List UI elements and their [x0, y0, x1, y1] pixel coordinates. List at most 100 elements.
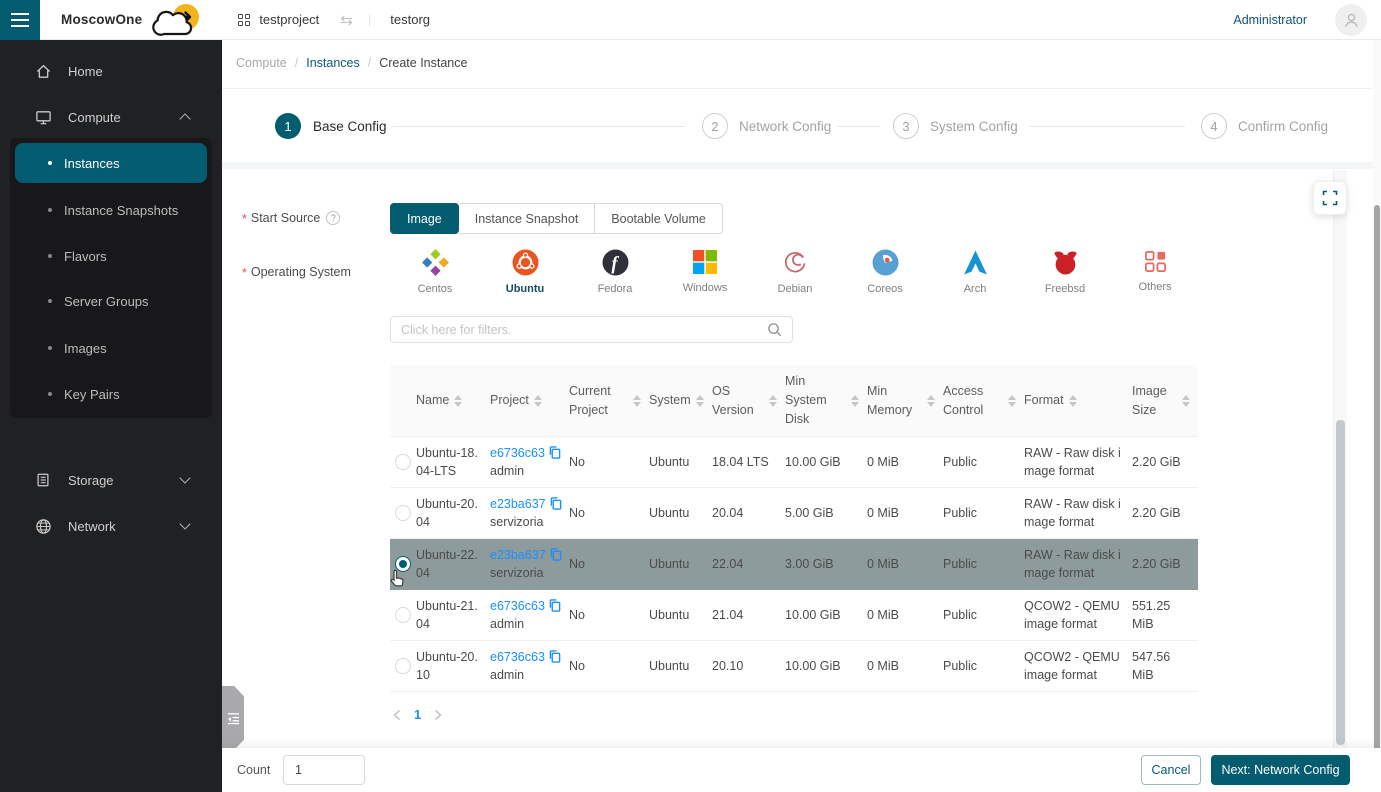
col-name[interactable]: Name [416, 391, 490, 410]
sidebar-item-instance-snapshots[interactable]: Instance Snapshots [10, 195, 212, 225]
os-option-ubuntu[interactable]: Ubuntu [480, 249, 570, 295]
table-row-selected: Ubuntu-22.04 e23ba637 servizoria No Ubun… [390, 539, 1198, 590]
monitor-icon [34, 108, 52, 126]
col-min-system-disk[interactable]: Min System Disk [785, 372, 867, 428]
sort-icons [1182, 395, 1190, 407]
row-radio[interactable] [395, 607, 411, 623]
chevron-down-icon [179, 472, 190, 483]
project-id-link[interactable]: e6736c63 [490, 444, 561, 462]
sidebar-item-flavors[interactable]: Flavors [10, 241, 212, 271]
fold-menu-icon [227, 712, 240, 725]
os-option-others[interactable]: Others [1110, 249, 1200, 295]
breadcrumb-compute: Compute [236, 56, 287, 70]
start-source-tabs: Image Instance Snapshot Bootable Volume [390, 203, 723, 234]
sort-icons [534, 395, 542, 407]
tab-bootable-volume[interactable]: Bootable Volume [595, 203, 723, 234]
next-network-config-button[interactable]: Next: Network Config [1211, 755, 1350, 785]
page-scrollbar-thumb[interactable] [1374, 205, 1380, 761]
sort-icons [1008, 395, 1016, 407]
copy-icon[interactable] [549, 446, 561, 459]
sidebar-item-instances[interactable]: Instances [15, 143, 207, 183]
copy-icon[interactable] [550, 548, 562, 561]
col-system[interactable]: System [649, 391, 712, 410]
copy-icon[interactable] [549, 599, 561, 612]
page-number[interactable]: 1 [414, 707, 421, 722]
count-label: Count [237, 763, 270, 777]
os-option-coreos[interactable]: Coreos [840, 249, 930, 295]
ubuntu-icon [512, 249, 539, 276]
cell-project: e6736c63 admin [490, 444, 569, 480]
bullet-icon [48, 392, 52, 396]
filter-input[interactable] [391, 323, 767, 337]
os-option-freebsd[interactable]: Freebsd [1020, 249, 1110, 295]
os-option-arch[interactable]: Arch [930, 249, 1020, 295]
compute-submenu: Instances Instance Snapshots Flavors Ser… [10, 138, 212, 418]
row-radio[interactable] [395, 505, 411, 521]
hamburger-menu-button[interactable] [0, 0, 40, 40]
count-input[interactable] [283, 755, 365, 785]
current-org[interactable]: testorg [390, 12, 430, 27]
image-table: Name Project Current Project System OS V… [390, 365, 1198, 692]
col-format[interactable]: Format [1024, 391, 1132, 410]
col-project[interactable]: Project [490, 391, 569, 410]
copy-icon[interactable] [550, 497, 562, 510]
inner-scrollbar-thumb[interactable] [1336, 420, 1345, 745]
row-radio[interactable] [395, 658, 411, 674]
col-image-size[interactable]: Image Size [1132, 382, 1198, 420]
grid-icon [238, 14, 250, 26]
sidebar-item-compute[interactable]: Compute [0, 102, 222, 132]
tab-image[interactable]: Image [390, 203, 459, 234]
col-access-control[interactable]: Access Control [943, 382, 1024, 420]
breadcrumb-instances-link[interactable]: Instances [306, 56, 360, 70]
prev-page-button[interactable] [392, 709, 402, 721]
tab-instance-snapshot[interactable]: Instance Snapshot [459, 203, 596, 234]
project-id-link[interactable]: e6736c63 [490, 648, 561, 666]
user-role-menu[interactable]: Administrator [1233, 13, 1307, 27]
sidebar-item-storage[interactable]: Storage [0, 465, 222, 495]
hamburger-icon [11, 13, 29, 15]
centos-icon [422, 249, 449, 276]
user-avatar[interactable] [1335, 4, 1367, 36]
pagination: 1 [392, 707, 443, 722]
os-option-fedora[interactable]: f Fedora [570, 249, 660, 295]
project-id-link[interactable]: e6736c63 [490, 597, 561, 615]
sidebar-item-home[interactable]: Home [0, 56, 222, 86]
project-switcher[interactable]: testproject ⇆ | testorg [238, 11, 430, 29]
start-source-label: * Start Source ? [242, 211, 340, 225]
step-4-label: Confirm Config [1238, 119, 1328, 134]
cell-name: Ubuntu-18.04-LTS [416, 444, 490, 480]
windows-icon [692, 249, 718, 275]
row-radio[interactable] [395, 454, 411, 470]
sort-icons [851, 395, 859, 407]
project-name: servizoria [490, 564, 561, 582]
col-current-project[interactable]: Current Project [569, 382, 649, 420]
breadcrumb: Compute / Instances / Create Instance [236, 56, 467, 70]
sidebar-item-key-pairs[interactable]: Key Pairs [10, 379, 212, 409]
cell-name: Ubuntu-22.04 [416, 546, 490, 582]
sidebar-item-server-groups[interactable]: Server Groups [10, 286, 212, 316]
help-icon[interactable]: ? [326, 211, 340, 225]
os-option-centos[interactable]: Centos [390, 249, 480, 295]
search-icon[interactable] [767, 322, 782, 337]
sidebar-item-images[interactable]: Images [10, 333, 212, 363]
bullet-icon [48, 208, 52, 212]
debian-icon [782, 249, 809, 276]
fullscreen-button[interactable] [1313, 181, 1347, 215]
step-3-label: System Config [930, 119, 1018, 134]
os-option-debian[interactable]: Debian [750, 249, 840, 295]
operating-system-label: * Operating System [242, 265, 351, 279]
sidebar-item-network[interactable]: Network [0, 511, 222, 541]
os-option-windows[interactable]: Windows [660, 249, 750, 295]
project-id-link[interactable]: e23ba637 [490, 495, 562, 513]
step-connector [836, 126, 880, 127]
col-min-memory[interactable]: Min Memory [867, 382, 943, 420]
cancel-button[interactable]: Cancel [1141, 755, 1201, 785]
col-os-version[interactable]: OS Version [712, 382, 785, 420]
next-page-button[interactable] [433, 709, 443, 721]
sort-icons [769, 395, 777, 407]
collapse-sidebar-handle[interactable] [222, 686, 244, 750]
project-name: servizoria [490, 513, 561, 531]
fedora-icon: f [602, 249, 629, 276]
copy-icon[interactable] [549, 650, 561, 663]
project-id-link[interactable]: e23ba637 [490, 546, 562, 564]
